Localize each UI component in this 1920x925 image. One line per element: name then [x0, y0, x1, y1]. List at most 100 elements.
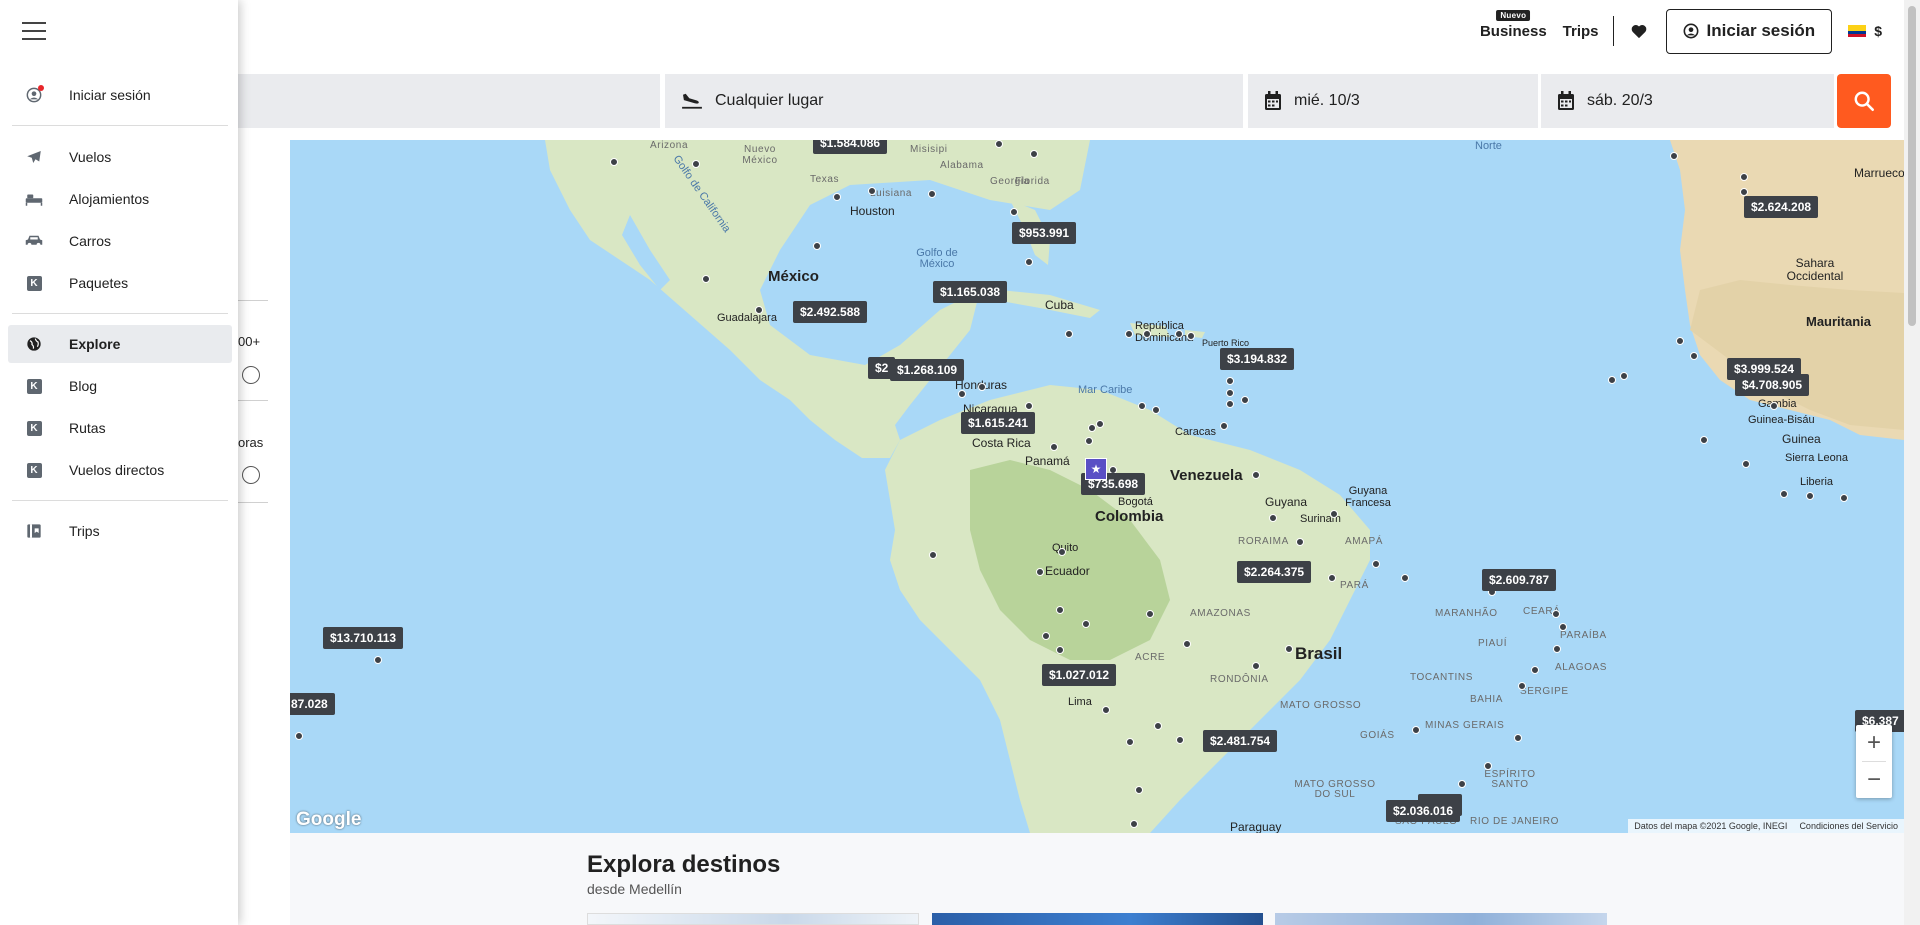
price-tag[interactable]: $1.584.086 [813, 140, 888, 154]
drawer-item-explore[interactable]: Explore [8, 325, 232, 363]
airport-marker[interactable] [1138, 402, 1146, 410]
airport-marker[interactable] [1183, 640, 1191, 648]
airport-marker[interactable] [978, 383, 986, 391]
airport-marker[interactable] [1806, 492, 1814, 500]
airport-marker[interactable] [1552, 610, 1560, 618]
price-tag[interactable]: $2.624.208 [1744, 196, 1819, 218]
price-tag[interactable]: 87.028 [290, 693, 335, 715]
airport-marker[interactable] [755, 306, 763, 314]
airport-marker[interactable] [1770, 402, 1778, 410]
airport-marker[interactable] [1328, 574, 1336, 582]
airport-marker[interactable] [1030, 150, 1038, 158]
airport-marker[interactable] [1226, 400, 1234, 408]
airport-marker[interactable] [1670, 152, 1678, 160]
airport-marker[interactable] [1458, 780, 1466, 788]
drawer-item-routes[interactable]: K Rutas [8, 409, 232, 447]
airport-marker[interactable] [702, 275, 710, 283]
business-link[interactable]: Nuevo Business [1480, 9, 1547, 40]
price-tag[interactable]: $2.264.375 [1237, 561, 1312, 583]
airport-marker[interactable] [1025, 258, 1033, 266]
drawer-item-packages[interactable]: K Paquetes [8, 264, 232, 302]
airport-marker[interactable] [1840, 494, 1848, 502]
airport-marker[interactable] [1065, 330, 1073, 338]
return-date-field[interactable]: sáb. 20/3 [1541, 74, 1834, 128]
airport-marker[interactable] [833, 193, 841, 201]
drawer-item-stays[interactable]: Alojamientos [8, 180, 232, 218]
airport-marker[interactable] [1102, 706, 1110, 714]
airport-marker[interactable] [813, 242, 821, 250]
price-tag[interactable]: $2.036.016 [1386, 800, 1461, 822]
price-tag[interactable]: $2.609.787 [1482, 569, 1557, 591]
heart-icon[interactable] [1628, 20, 1650, 42]
airport-marker[interactable] [995, 140, 1003, 148]
airport-marker[interactable] [1220, 422, 1228, 430]
price-tag[interactable]: $3.194.832 [1220, 348, 1295, 370]
airport-marker[interactable] [1518, 682, 1526, 690]
airport-marker[interactable] [1269, 514, 1277, 522]
drawer-item-trips[interactable]: Trips [8, 512, 232, 550]
filter-radio[interactable] [242, 466, 260, 484]
price-tag[interactable]: $2.492.588 [793, 301, 868, 323]
airport-marker[interactable] [1135, 786, 1143, 794]
airport-marker[interactable] [1154, 722, 1162, 730]
airport-marker[interactable] [1740, 188, 1748, 196]
airport-marker[interactable] [1126, 738, 1134, 746]
airport-marker[interactable] [1780, 490, 1788, 498]
airport-marker[interactable] [1143, 330, 1151, 338]
scrollbar-thumb[interactable] [1908, 6, 1916, 326]
price-tag[interactable]: $13.710.113 [323, 627, 404, 649]
airport-marker[interactable] [1146, 610, 1154, 618]
destination-field[interactable]: Cualquier lugar [665, 74, 1243, 128]
airport-marker[interactable] [1608, 376, 1616, 384]
airport-marker[interactable] [1620, 372, 1628, 380]
currency-selector[interactable]: $ [1874, 23, 1882, 39]
airport-marker[interactable] [1226, 389, 1234, 397]
airport-marker[interactable] [1372, 560, 1380, 568]
airport-marker[interactable] [1742, 460, 1750, 468]
airport-marker[interactable] [1088, 424, 1096, 432]
hamburger-menu-icon[interactable] [22, 22, 46, 40]
airport-marker[interactable] [1676, 337, 1684, 345]
airport-marker[interactable] [1058, 548, 1066, 556]
airport-marker[interactable] [1096, 420, 1104, 428]
price-tag[interactable]: $4.708.905 [1735, 374, 1810, 396]
airport-marker[interactable] [1484, 762, 1492, 770]
airport-marker[interactable] [1130, 820, 1138, 828]
airport-marker[interactable] [928, 190, 936, 198]
airport-marker[interactable] [1175, 330, 1183, 338]
price-tag[interactable]: $1.615.241 [961, 412, 1036, 434]
airport-marker[interactable] [1740, 173, 1748, 181]
airport-marker[interactable] [295, 732, 303, 740]
airport-marker[interactable] [1531, 666, 1539, 674]
airport-marker[interactable] [1700, 436, 1708, 444]
price-tag[interactable]: $1.027.012 [1042, 664, 1117, 686]
colombia-flag-icon[interactable] [1848, 25, 1867, 37]
airport-marker[interactable] [1296, 538, 1304, 546]
airport-marker[interactable] [1050, 443, 1058, 451]
airport-marker[interactable] [610, 158, 618, 166]
airport-marker[interactable] [374, 656, 382, 664]
airport-marker[interactable] [1412, 726, 1420, 734]
drawer-item-blog[interactable]: K Blog [8, 367, 232, 405]
explore-map[interactable]: Golfo de California Golfo de México Mar … [290, 140, 1904, 833]
price-tag[interactable]: $953.991 [1012, 222, 1077, 244]
destination-card[interactable] [932, 913, 1263, 925]
airport-marker[interactable] [1252, 471, 1260, 479]
airport-marker[interactable] [1401, 574, 1409, 582]
airport-marker[interactable] [1514, 734, 1522, 742]
airport-marker[interactable] [1285, 645, 1293, 653]
airport-marker[interactable] [958, 390, 966, 398]
signin-button[interactable]: Iniciar sesión [1665, 8, 1833, 54]
zoom-in-button[interactable]: + [1856, 725, 1892, 761]
airport-marker[interactable] [1025, 402, 1033, 410]
airport-marker[interactable] [1056, 606, 1064, 614]
price-tag[interactable]: $1.165.038 [933, 281, 1008, 303]
airport-marker[interactable] [1252, 662, 1260, 670]
zoom-out-button[interactable]: − [1856, 762, 1892, 798]
airport-marker[interactable] [1085, 437, 1093, 445]
price-tag[interactable]: $2.481.754 [1203, 730, 1278, 752]
airport-marker[interactable] [1056, 646, 1064, 654]
drawer-signin[interactable]: Iniciar sesión [8, 76, 232, 114]
depart-date-field[interactable]: mié. 10/3 [1248, 74, 1538, 128]
airport-marker[interactable] [868, 187, 876, 195]
